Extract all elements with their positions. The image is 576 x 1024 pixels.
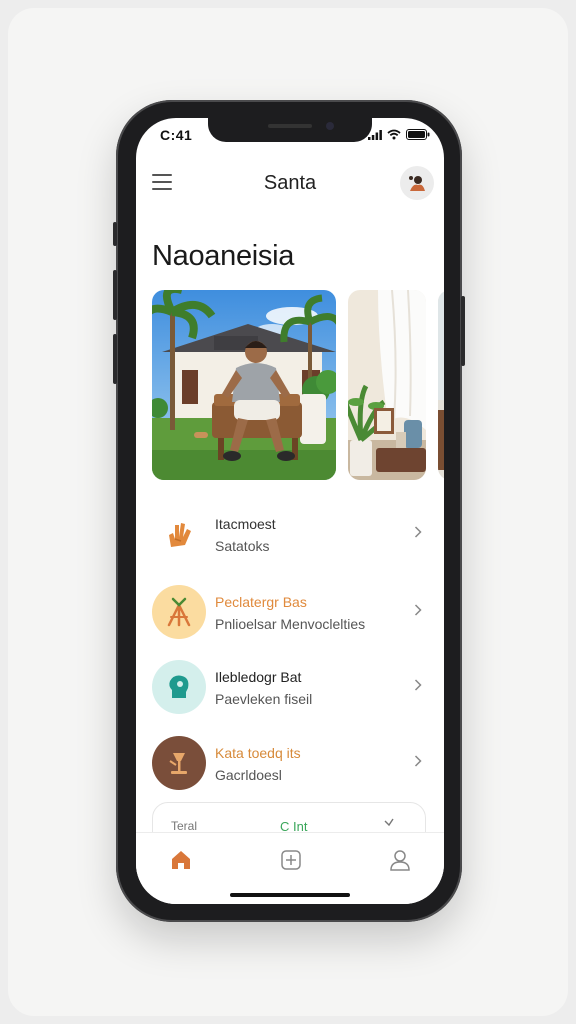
app-title: Santa [263, 172, 317, 194]
item-subtitle: Pnlioelsar Menvoclelties [215, 616, 366, 632]
list-item[interactable]: Kata toedq its Gacrldoesl [136, 729, 444, 799]
speaker [268, 124, 312, 128]
item-subtitle: Paevleken fiseil [215, 691, 313, 707]
item-subtitle: Satatoks [215, 538, 270, 554]
item-subtitle: Gacrldoesl [215, 767, 282, 783]
phone-screen: C:41 Santa Naoaneisia Itacmoest Satatoks… [136, 118, 444, 904]
head-icon [169, 675, 189, 698]
photo-gallery[interactable] [152, 290, 444, 480]
item-icon-wrap [152, 507, 206, 561]
chevron-down-icon [384, 818, 394, 827]
page-title: Naoaneisia [152, 240, 295, 272]
item-title: Ilebledogr Bat [215, 669, 302, 685]
chevron-right-icon [414, 679, 422, 691]
status-icons [368, 129, 430, 140]
item-title: Kata toedq its [215, 745, 301, 761]
avatar-face-icon [409, 176, 425, 191]
chevron-right-icon [414, 604, 422, 616]
app-header: Santa [136, 162, 444, 206]
photo-man-seated-outdoors-icon [152, 290, 336, 480]
item-title: Peclatergr Bas [215, 594, 307, 610]
list-item[interactable]: Ilebledogr Bat Paevleken fiseil [136, 653, 444, 723]
phone-power-button [461, 296, 465, 366]
chevron-right-icon [414, 755, 422, 767]
item-icon-wrap [152, 736, 206, 790]
battery-icon [406, 129, 430, 140]
hand-icon [169, 523, 191, 547]
lamp-icon [169, 753, 187, 774]
tab-home[interactable] [166, 845, 196, 875]
list-item[interactable]: Peclatergr Bas Pnlioelsar Menvoclelties [136, 578, 444, 648]
wifi-icon [387, 129, 401, 140]
photo-partial-icon [438, 290, 444, 480]
photo-interior-plant-curtain-icon [348, 290, 426, 480]
avatar[interactable] [400, 166, 434, 200]
phone-silent-switch [113, 222, 117, 246]
signal-icon [368, 129, 382, 140]
item-icon-wrap [152, 585, 206, 639]
chevron-right-icon [414, 526, 422, 538]
status-time: C:41 [160, 127, 193, 143]
gallery-photo-main[interactable] [152, 290, 336, 480]
plus-square-icon [281, 850, 301, 870]
user-icon [390, 850, 410, 871]
tab-profile[interactable] [385, 845, 415, 875]
phone-volume-down [113, 334, 117, 384]
item-title: Itacmoest [215, 516, 276, 532]
notch [208, 118, 372, 142]
home-indicator[interactable] [230, 893, 350, 897]
home-icon [172, 851, 190, 869]
phone-volume-up [113, 270, 117, 320]
front-camera [326, 122, 334, 130]
list-item[interactable]: Itacmoest Satatoks [136, 500, 444, 570]
gallery-photo-second[interactable] [348, 290, 426, 480]
gallery-photo-third[interactable] [438, 290, 444, 480]
tab-add[interactable] [276, 845, 306, 875]
tripod-icon [167, 597, 191, 627]
item-icon-wrap [152, 660, 206, 714]
filter-label: Teral [171, 819, 198, 833]
